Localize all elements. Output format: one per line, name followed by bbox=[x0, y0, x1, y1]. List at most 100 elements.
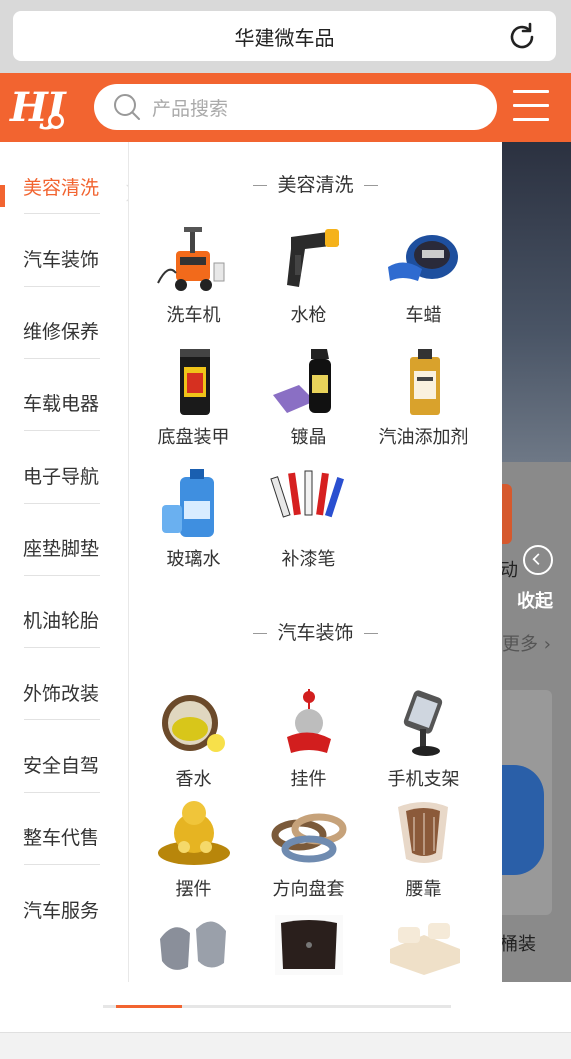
product-label: 手机支架 bbox=[387, 769, 460, 790]
sidebar-divider-line bbox=[24, 357, 100, 359]
sidebar-divider-line bbox=[24, 791, 100, 793]
collapse-icon[interactable] bbox=[523, 545, 553, 575]
more-link: 更多 › bbox=[502, 634, 551, 655]
dashboard-figurine-icon bbox=[154, 797, 234, 869]
neck-pillow-icon bbox=[154, 909, 234, 981]
product-label: 洗车机 bbox=[166, 305, 221, 326]
scroll-indicator bbox=[116, 1005, 182, 1008]
product-item[interactable]: 水枪 bbox=[251, 223, 366, 327]
sidebar-divider-line bbox=[24, 285, 100, 287]
washer-fluid-icon bbox=[154, 467, 234, 539]
browser-toolbar: 华建微车品 bbox=[0, 0, 571, 73]
reload-icon[interactable] bbox=[506, 21, 538, 53]
product-item[interactable]: 汽油添加剂 bbox=[366, 345, 481, 449]
product-item[interactable]: 挂件 bbox=[251, 687, 366, 791]
product-item[interactable]: 底盘装甲 bbox=[136, 345, 251, 449]
search-box[interactable]: 产品搜索 bbox=[94, 84, 497, 130]
background-text: 桶装 bbox=[500, 934, 536, 955]
product-label: 香水 bbox=[175, 769, 212, 790]
product-label: 腰靠 bbox=[405, 879, 442, 900]
product-item[interactable]: 镀晶 bbox=[251, 345, 366, 449]
sidebar-divider-line bbox=[24, 430, 100, 432]
product-label: 车蜡 bbox=[405, 305, 442, 326]
sidebar-item-label: 机油轮胎 bbox=[23, 610, 100, 633]
section-title: 汽车装饰 bbox=[129, 618, 502, 645]
sidebar-item-label: 外饰改装 bbox=[23, 682, 100, 705]
search-icon bbox=[114, 94, 140, 120]
product-label: 摆件 bbox=[175, 879, 212, 900]
product-item[interactable]: 手机支架 bbox=[366, 687, 481, 791]
sidebar-item-label: 安全自驾 bbox=[23, 754, 100, 777]
product-item[interactable]: 补漆笔 bbox=[251, 467, 366, 571]
trunk-mat-icon bbox=[269, 909, 349, 981]
sidebar-divider-line bbox=[24, 502, 100, 504]
background-text: 动 bbox=[500, 560, 518, 581]
sidebar-item[interactable]: 维修保养 bbox=[0, 296, 128, 366]
address-bar[interactable]: 华建微车品 bbox=[13, 11, 556, 61]
lumbar-cushion-icon bbox=[384, 797, 464, 869]
background-product-image bbox=[502, 765, 544, 875]
background-button bbox=[502, 484, 512, 544]
sidebar-item[interactable]: 机油轮胎 bbox=[0, 585, 128, 655]
sidebar-item-label: 汽车服务 bbox=[23, 899, 100, 922]
sidebar-item[interactable]: 外饰改装 bbox=[0, 657, 128, 727]
product-label: 挂件 bbox=[290, 769, 327, 790]
sidebar-item[interactable]: 汽车服务 bbox=[0, 874, 128, 944]
search-placeholder: 产品搜索 bbox=[152, 97, 229, 120]
phone-holder-icon bbox=[384, 687, 464, 759]
product-item[interactable]: 摆件 bbox=[136, 797, 251, 901]
hanging-ornament-icon bbox=[269, 687, 349, 759]
site-header: HJ 产品搜索 bbox=[0, 73, 571, 142]
collapse-button[interactable]: 收起 bbox=[517, 587, 553, 613]
touch-up-pen-icon bbox=[269, 467, 349, 539]
product-item[interactable] bbox=[366, 909, 481, 981]
sidebar-item[interactable]: 安全自驾 bbox=[0, 729, 128, 799]
sidebar-item-label: 车载电器 bbox=[23, 393, 100, 416]
product-item[interactable]: 方向盘套 bbox=[251, 797, 366, 901]
product-label: 底盘装甲 bbox=[157, 427, 230, 448]
product-item[interactable]: 腰靠 bbox=[366, 797, 481, 901]
steering-wheel-cover-icon bbox=[269, 797, 349, 869]
product-item[interactable]: 车蜡 bbox=[366, 223, 481, 327]
product-item[interactable]: 香水 bbox=[136, 687, 251, 791]
underbody-coating-icon bbox=[154, 345, 234, 417]
sidebar-item-label: 整车代售 bbox=[23, 827, 100, 850]
product-label: 镀晶 bbox=[290, 427, 327, 448]
sidebar-item-label: 电子导航 bbox=[23, 465, 100, 488]
category-sidebar: 美容清洗汽车装饰维修保养车载电器电子导航座垫脚垫机油轮胎外饰改装安全自驾整车代售… bbox=[0, 142, 136, 982]
logo[interactable]: HJ bbox=[10, 83, 86, 133]
product-item[interactable] bbox=[251, 909, 366, 981]
category-panel: 美容清洗洗车机 水枪 车蜡底盘装甲 镀晶 汽油添加剂玻璃水 补漆笔汽车装饰香水 挂件 手机支架… bbox=[129, 142, 502, 982]
product-label: 水枪 bbox=[290, 305, 327, 326]
sidebar-item[interactable]: 座垫脚垫 bbox=[0, 513, 128, 583]
sidebar-item-label: 汽车装饰 bbox=[23, 248, 100, 271]
product-item[interactable]: 玻璃水 bbox=[136, 467, 251, 571]
section-title: 美容清洗 bbox=[129, 170, 502, 197]
sidebar-divider-line bbox=[24, 213, 100, 215]
sidebar-item[interactable]: 汽车装饰 bbox=[0, 223, 128, 293]
water-gun-icon bbox=[269, 223, 349, 295]
browser-bottom-bar bbox=[0, 1032, 571, 1059]
page-title: 华建微车品 bbox=[234, 25, 335, 50]
sidebar-item[interactable]: 电子导航 bbox=[0, 440, 128, 510]
product-item[interactable]: 洗车机 bbox=[136, 223, 251, 327]
sidebar-item[interactable]: 整车代售 bbox=[0, 802, 128, 872]
sidebar-item[interactable]: 美容清洗 bbox=[0, 151, 136, 221]
background-banner bbox=[502, 142, 571, 462]
fuel-additive-icon bbox=[384, 345, 464, 417]
sidebar-item-label: 美容清洗 bbox=[23, 176, 100, 199]
car-wax-icon bbox=[384, 223, 464, 295]
air-bed-icon bbox=[384, 909, 464, 981]
product-label: 玻璃水 bbox=[166, 549, 221, 570]
product-label: 补漆笔 bbox=[281, 549, 336, 570]
menu-icon[interactable] bbox=[513, 90, 549, 124]
car-perfume-icon bbox=[154, 687, 234, 759]
sidebar-item[interactable]: 车载电器 bbox=[0, 368, 128, 438]
product-item[interactable] bbox=[136, 909, 251, 981]
sidebar-divider-line bbox=[24, 719, 100, 721]
sidebar-item-label: 座垫脚垫 bbox=[23, 538, 100, 560]
ceramic-coating-icon bbox=[269, 345, 349, 417]
product-label: 汽油添加剂 bbox=[378, 427, 469, 448]
sidebar-item-label: 维修保养 bbox=[23, 321, 100, 344]
sidebar-divider-line bbox=[24, 647, 100, 649]
